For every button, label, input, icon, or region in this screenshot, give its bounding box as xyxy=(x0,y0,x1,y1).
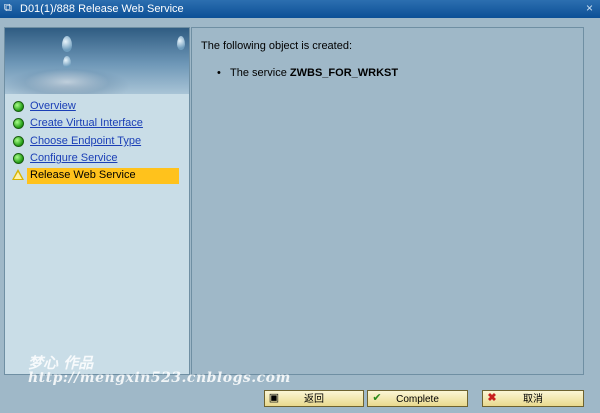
result-heading: The following object is created: xyxy=(201,40,353,52)
water-drop-icon xyxy=(63,56,71,68)
watermark-url: http://mengxin523.cnblogs.com xyxy=(28,370,291,386)
close-button[interactable]: × xyxy=(582,2,597,15)
step-link[interactable]: Overview xyxy=(30,100,76,113)
wizard-steps-panel: Overview Create Virtual Interface Choose… xyxy=(4,27,190,375)
back-icon: ▣ xyxy=(268,392,280,404)
window-title: D01(1)/888 Release Web Service xyxy=(20,3,184,15)
back-button[interactable]: ▣ 返回 xyxy=(264,390,364,407)
content-area: The following object is created: • The s… xyxy=(191,27,584,375)
complete-button-label: Complete xyxy=(396,394,439,405)
step-link[interactable]: Configure Service xyxy=(30,152,117,165)
cancel-button[interactable]: ✖ 取消 xyxy=(482,390,584,407)
cancel-x-icon: ✖ xyxy=(487,392,497,404)
step-choose-endpoint-type[interactable]: Choose Endpoint Type xyxy=(11,134,179,150)
cancel-button-label: 取消 xyxy=(523,394,543,405)
green-status-icon xyxy=(13,118,24,129)
back-button-label: 返回 xyxy=(304,394,324,405)
step-create-virtual-interface[interactable]: Create Virtual Interface xyxy=(11,116,179,132)
water-drop-icon xyxy=(62,36,72,52)
step-link[interactable]: Create Virtual Interface xyxy=(30,117,143,130)
checkmark-icon: ✔ xyxy=(372,392,382,404)
water-banner-image xyxy=(5,28,189,94)
water-drop-icon xyxy=(177,36,185,50)
result-prefix: The service xyxy=(230,67,290,79)
green-status-icon xyxy=(13,101,24,112)
step-configure-service[interactable]: Configure Service xyxy=(11,151,179,167)
step-link[interactable]: Choose Endpoint Type xyxy=(30,135,141,148)
complete-button[interactable]: ✔ Complete xyxy=(367,390,468,407)
green-status-icon xyxy=(13,136,24,147)
step-list: Overview Create Virtual Interface Choose… xyxy=(5,96,189,374)
bullet-icon: • xyxy=(217,67,221,79)
window-icon: ⧉ xyxy=(4,2,12,14)
result-text: The service ZWBS_FOR_WRKST xyxy=(230,66,398,80)
green-status-icon xyxy=(13,153,24,164)
step-label-active: Release Web Service xyxy=(30,169,136,181)
step-release-web-service[interactable]: Release Web Service xyxy=(11,168,179,184)
step-overview[interactable]: Overview xyxy=(11,99,179,115)
title-bar: ⧉ D01(1)/888 Release Web Service × xyxy=(0,0,600,19)
service-name: ZWBS_FOR_WRKST xyxy=(289,67,399,79)
warning-triangle-icon xyxy=(12,169,24,180)
